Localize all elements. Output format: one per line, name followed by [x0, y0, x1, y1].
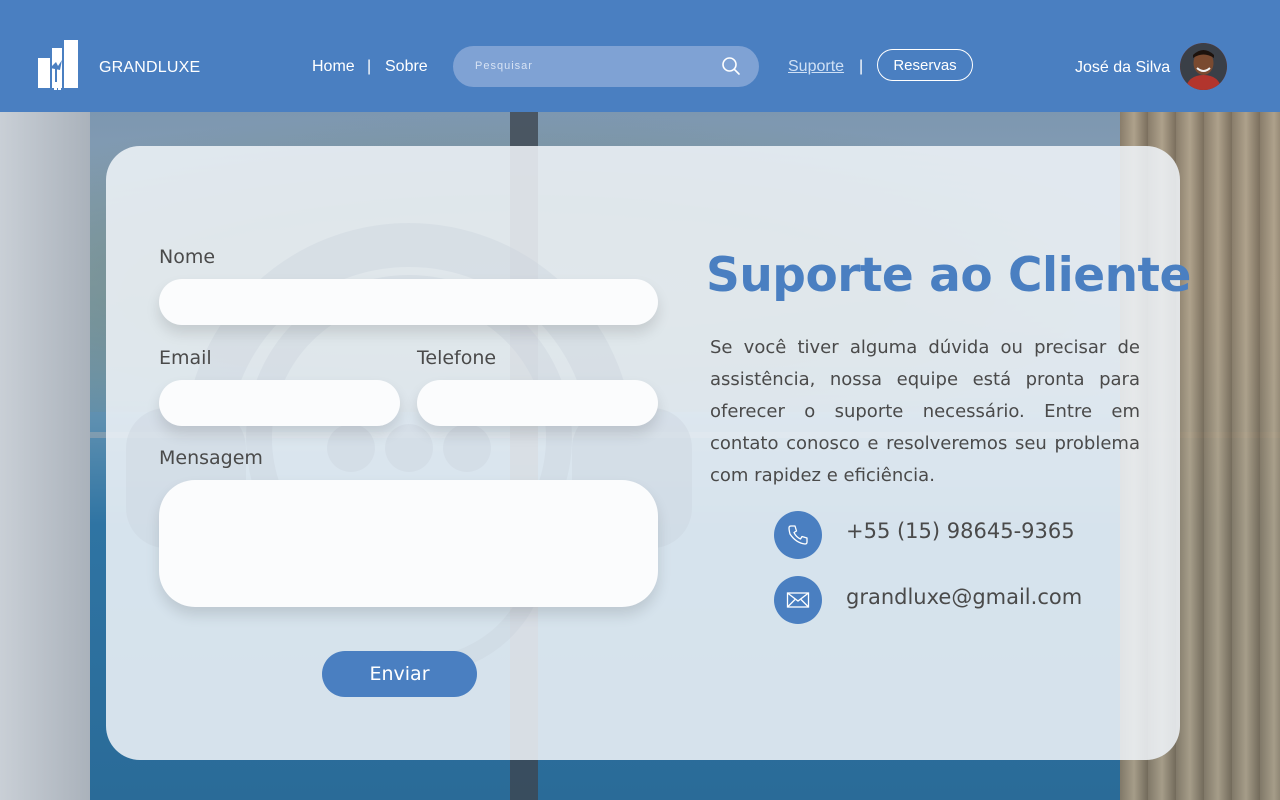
- email-label: Email: [159, 347, 212, 369]
- nav-sobre[interactable]: Sobre: [385, 58, 428, 76]
- mensagem-field[interactable]: [159, 480, 658, 607]
- telefone-field[interactable]: [417, 380, 658, 426]
- hotel-logo-icon[interactable]: [38, 40, 80, 92]
- nav-separator: |: [859, 58, 864, 75]
- avatar[interactable]: [1180, 43, 1227, 90]
- phone-icon: [774, 511, 822, 559]
- support-description: Se você tiver alguma dúvida ou precisar …: [710, 337, 1140, 486]
- mensagem-label: Mensagem: [159, 447, 263, 469]
- user-name[interactable]: José da Silva: [1075, 59, 1170, 77]
- page-title: Suporte ao Cliente: [706, 248, 1191, 303]
- nome-field[interactable]: [159, 279, 658, 325]
- enviar-button[interactable]: Enviar: [322, 651, 477, 697]
- email-field[interactable]: [159, 380, 400, 426]
- search-bar: [453, 46, 759, 87]
- nav-separator: |: [367, 58, 372, 75]
- nav-suporte[interactable]: Suporte: [788, 58, 844, 76]
- telefone-label: Telefone: [417, 347, 497, 369]
- search-input[interactable]: [475, 55, 715, 77]
- contact-email[interactable]: grandluxe@gmail.com: [846, 585, 1082, 609]
- mail-icon: [774, 576, 822, 624]
- contact-phone[interactable]: +55 (15) 98645-9365: [846, 519, 1075, 543]
- nav-home[interactable]: Home: [312, 58, 355, 76]
- top-navbar: GRANDLUXE Home | Sobre Suporte | Reserva…: [0, 0, 1280, 112]
- reservas-button[interactable]: Reservas: [877, 49, 973, 81]
- search-icon[interactable]: [721, 56, 741, 76]
- nome-label: Nome: [159, 246, 216, 268]
- brand-name[interactable]: GRANDLUXE: [99, 59, 200, 77]
